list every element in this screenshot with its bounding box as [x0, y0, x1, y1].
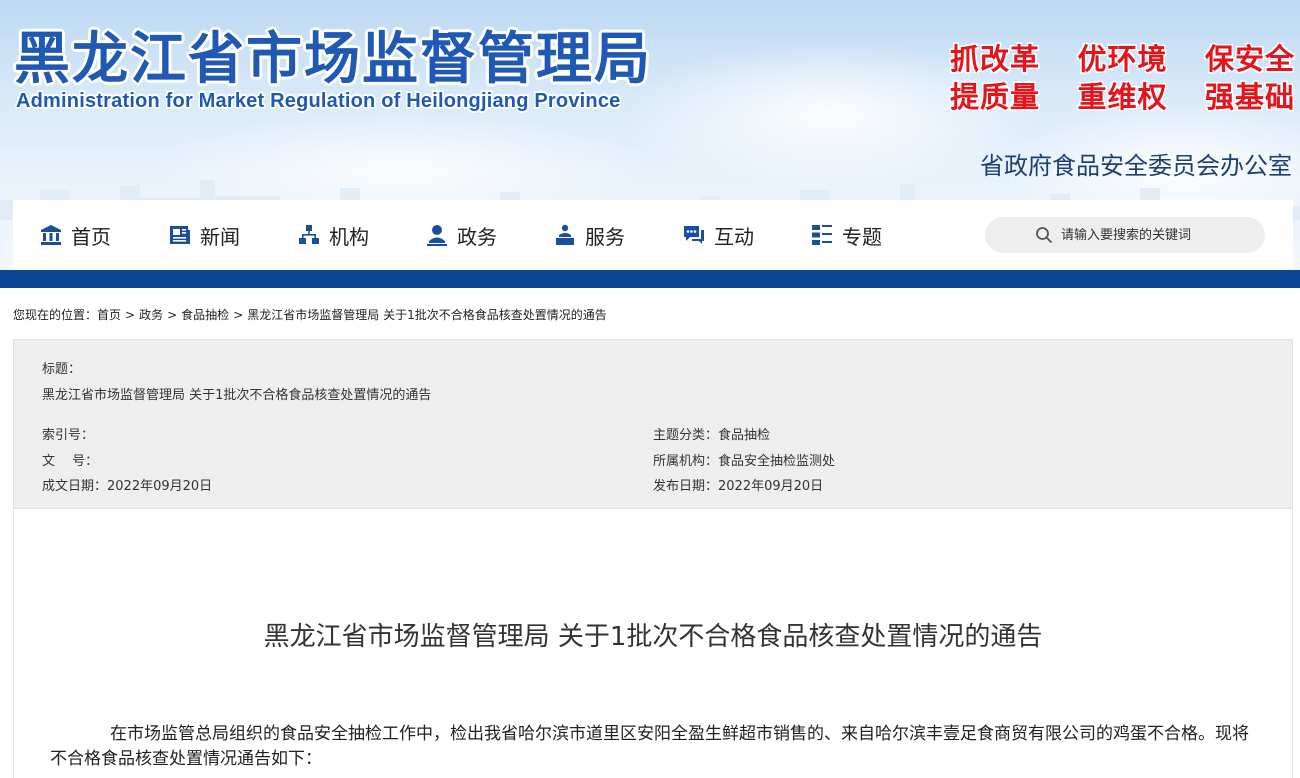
nav-item-label: 新闻	[200, 224, 240, 249]
org-chart-icon	[298, 224, 320, 246]
meta-created-date: 成文日期：2022年09月20日	[42, 475, 212, 494]
meta-title-label: 标题：	[42, 358, 81, 377]
nav-item-news[interactable]: 新闻	[169, 200, 240, 270]
meta-category: 主题分类：食品抽检	[653, 424, 770, 443]
meta-value: 食品抽检	[718, 428, 771, 443]
meta-label: 标题：	[42, 362, 82, 377]
breadcrumb: 您现在的位置：首页 > 政务 > 食品抽检 > 黑龙江省市场监督管理局 关于1批次不合格食品…	[13, 306, 607, 323]
nav-item-label: 专题	[842, 224, 882, 249]
meta-value: 黑龙江省市场监督管理局 关于1批次不合格食品核查处置情况的通告	[42, 388, 432, 403]
meta-value: 食品安全抽检监测处	[718, 454, 836, 469]
nav-item-label: 互动	[714, 224, 754, 249]
meta-label: 所属机构：	[653, 454, 719, 469]
meta-label: 主题分类：	[653, 428, 719, 443]
nav-item-government-affairs[interactable]: 政务	[426, 200, 497, 270]
meta-title-value: 黑龙江省市场监督管理局 关于1批次不合格食品核查处置情况的通告	[42, 384, 431, 403]
chat-icon	[683, 224, 705, 246]
nav-item-label: 首页	[71, 224, 111, 249]
search-box	[985, 217, 1265, 253]
nav-item-home[interactable]: 首页	[40, 200, 111, 270]
meta-index: 索引号：	[42, 424, 94, 443]
slogan: 保安全	[1204, 42, 1295, 76]
slogan: 抓改革	[950, 42, 1041, 76]
breadcrumb-link-government-affairs[interactable]: 政务	[139, 308, 163, 322]
site-title-cn: 黑龙江省市场监督管理局	[14, 27, 652, 92]
breadcrumb-prefix: 您现在的位置：	[13, 308, 98, 322]
slogan: 重维权	[1077, 80, 1168, 114]
document-meta-box: 标题： 黑龙江省市场监督管理局 关于1批次不合格食品核查处置情况的通告 索引号：…	[13, 339, 1293, 509]
meta-value: 2022年09月20日	[107, 479, 213, 494]
meta-label: 发布日期：	[653, 479, 719, 494]
breadcrumb-separator: >	[167, 308, 178, 322]
meta-published-date: 发布日期：2022年09月20日	[653, 475, 823, 494]
breadcrumb-current: 黑龙江省市场监督管理局 关于1批次不合格食品核查处置情况的通告	[247, 308, 607, 322]
slogan: 强基础	[1204, 80, 1295, 114]
nav-item-interaction[interactable]: 互动	[683, 200, 754, 270]
nav-item-label: 政务	[457, 224, 497, 249]
meta-label: 成文日期：	[42, 479, 108, 494]
nav-item-label: 机构	[329, 224, 369, 249]
newspaper-icon	[169, 224, 191, 246]
site-title-en: Administration for Market Regulation of …	[16, 90, 621, 112]
slogans: 抓改革 优环境 保安全 提质量 重维权 强基础	[950, 36, 1295, 114]
breadcrumb-link-home[interactable]: 首页	[97, 308, 121, 322]
service-icon	[554, 224, 576, 246]
meta-label: 索引号：	[42, 428, 95, 443]
nav-item-services[interactable]: 服务	[554, 200, 625, 270]
article-body: 黑龙江省市场监督管理局 关于1批次不合格食品核查处置情况的通告 在市场监管总局组…	[13, 509, 1293, 778]
slogan-row: 提质量 重维权 强基础	[950, 74, 1295, 114]
topics-icon	[811, 224, 833, 246]
breadcrumb-separator: >	[125, 308, 136, 322]
search-icon[interactable]	[1035, 226, 1053, 244]
slogan-row: 抓改革 优环境 保安全	[950, 36, 1295, 76]
article-paragraph: 在市场监管总局组织的食品安全抽检工作中，检出我省哈尔滨市道里区安阳全盈生鲜超市销…	[50, 724, 1249, 769]
slogan: 优环境	[1077, 42, 1168, 76]
official-icon	[426, 224, 448, 246]
meta-doc-number: 文 号：	[42, 450, 98, 469]
nav-item-topics[interactable]: 专题	[811, 200, 882, 270]
nav-item-organization[interactable]: 机构	[298, 200, 369, 270]
breadcrumb-separator: >	[233, 308, 244, 322]
meta-value: 2022年09月20日	[718, 479, 824, 494]
bank-icon	[40, 224, 62, 246]
office-name: 省政府食品安全委员会办公室	[980, 152, 1292, 180]
nav-item-label: 服务	[585, 224, 625, 249]
meta-organization: 所属机构：食品安全抽检监测处	[653, 450, 835, 469]
slogan: 提质量	[950, 80, 1041, 114]
main-nav: 首页 新闻 机构 政务 服务 互动 专题 请输入要搜索的关键词	[13, 200, 1293, 270]
header-blue-strip	[0, 270, 1300, 288]
page-root: 黑龙江省市场监督管理局 Administration for Market Re…	[0, 0, 1300, 778]
search-input[interactable]	[1061, 220, 1265, 250]
article-title: 黑龙江省市场监督管理局 关于1批次不合格食品核查处置情况的通告	[263, 622, 1043, 652]
meta-label: 文 号：	[42, 454, 99, 469]
breadcrumb-link-food-inspection[interactable]: 食品抽检	[181, 308, 229, 322]
